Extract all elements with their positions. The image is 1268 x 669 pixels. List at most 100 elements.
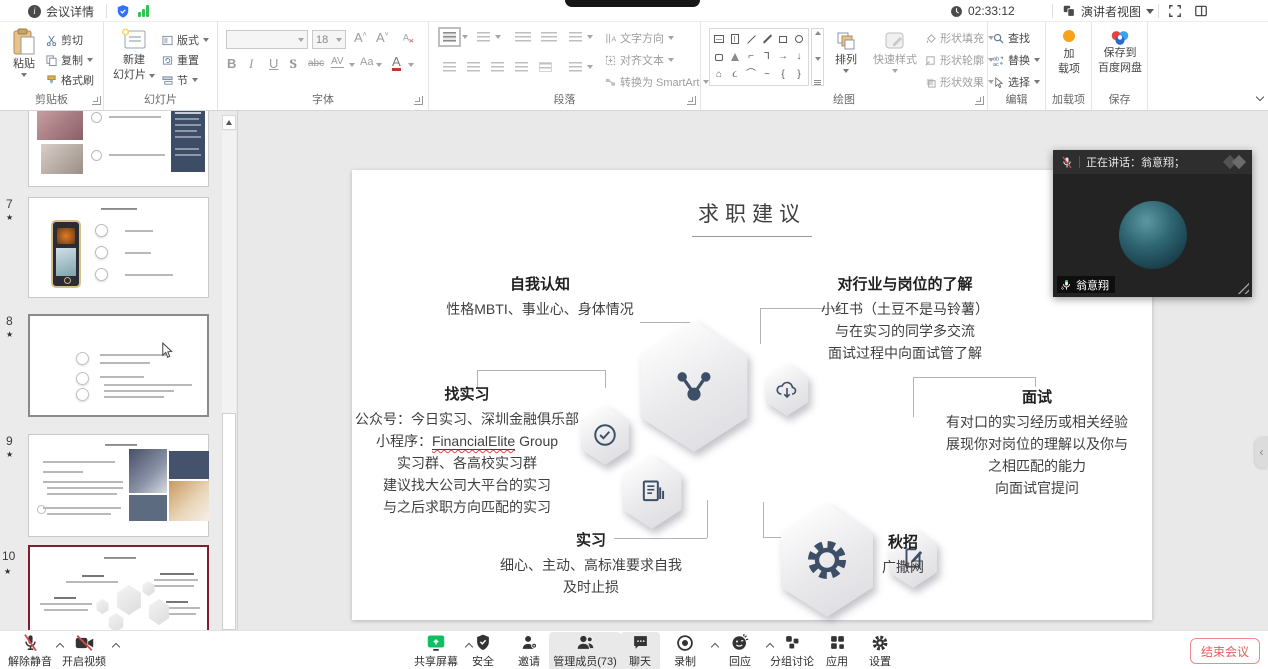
align-center-button[interactable] [467,62,480,72]
textbox-industry-knowledge[interactable]: 对行业与岗位的了解 小红书（土豆不是马铃薯） 与在实习的同学多交流 面试过程中向… [821,274,989,364]
decrease-indent-button[interactable] [515,32,531,42]
format-painter-button[interactable]: 格式刷 [46,72,94,88]
settings-button[interactable]: 设置 [858,633,902,669]
textbox-autumn-recruit[interactable]: 秋招 广撒网 [882,532,924,578]
reset-button[interactable]: 重置 [162,52,199,68]
shape-arrow-down-icon[interactable]: ↓ [792,50,807,64]
chat-button[interactable]: 聊天 [620,632,660,669]
security-shield-icon[interactable] [116,4,130,19]
justify-button[interactable] [515,62,528,72]
increase-indent-button[interactable] [541,32,557,42]
shape-scribble-icon[interactable]: ૮ [728,68,743,82]
numbering-button[interactable] [477,32,490,42]
shape-oval-icon[interactable] [792,32,807,46]
underline-button[interactable]: U [269,56,278,71]
record-button[interactable]: 录制 [663,633,707,669]
collapse-ribbon-chevron[interactable] [1256,94,1264,102]
breakout-rooms-button[interactable]: 分组讨论 [764,633,820,669]
panel-collapse-tab[interactable]: ‹ [1255,436,1268,468]
network-signal-icon[interactable] [138,5,149,17]
shape-rounded-rect-icon[interactable] [712,50,727,64]
font-dialog-launcher-icon[interactable] [414,96,423,105]
slide-canvas[interactable]: 求职建议 [352,170,1152,620]
line-spacing-button[interactable] [569,32,582,42]
view-mode-dropdown[interactable]: 演讲者视图 [1062,0,1154,22]
strikethrough-button[interactable]: abc [308,58,324,69]
speaker-video-overlay[interactable]: 正在讲话：翁意翔； 翁意翔 [1053,150,1252,297]
thumbnail-scrollbar-thumb[interactable] [222,413,236,630]
align-text-button[interactable]: 对齐文本 [605,52,674,68]
font-size-combobox[interactable]: 18 [312,30,346,49]
arrange-button[interactable]: 排列 [829,30,863,73]
unmute-button[interactable]: 解除静音 [6,633,54,669]
copy-button[interactable]: 复制 [46,52,93,68]
cut-button[interactable]: 剪切 [46,32,83,48]
slide-thumbnail-9[interactable] [28,434,209,537]
layout-button[interactable]: 版式 [162,32,209,48]
shape-outline-button[interactable]: 形状轮廓 [925,52,994,68]
start-video-button[interactable]: 开启视频 [60,633,108,669]
slide-thumbnail-6[interactable] [28,103,209,187]
select-button[interactable]: 选择 [993,74,1040,90]
bold-button[interactable]: B [227,56,236,71]
shape-line-icon[interactable] [744,32,759,46]
replace-button[interactable]: abac 替换 [993,52,1040,68]
hexagon-share[interactable] [636,320,752,452]
hexagon-gear[interactable] [777,503,877,617]
shape-fill-button[interactable]: 形状填充 [925,30,994,46]
share-screen-button[interactable]: 共享屏幕 [409,633,463,669]
italic-button[interactable]: I [249,56,253,72]
shape-arrow-line-icon[interactable] [760,32,775,46]
slide-title[interactable]: 求职建议 [692,198,812,237]
slide-thumbnail-7[interactable] [28,197,209,298]
meeting-details-button[interactable]: i 会议详情 [28,0,94,22]
fullscreen-icon[interactable] [1168,4,1182,18]
shrink-font-button[interactable]: A˅ [376,30,389,45]
clipboard-dialog-launcher-icon[interactable] [92,96,101,105]
section-button[interactable]: 节 [162,72,198,88]
find-button[interactable]: 查找 [993,30,1030,46]
security-button[interactable]: 安全 [461,633,505,669]
shape-arrow-right-icon[interactable]: → [776,50,791,64]
shape-brace-right-icon[interactable]: } [792,68,807,82]
font-color-button[interactable]: A [392,55,401,71]
side-by-side-layout-icon[interactable] [1194,4,1208,18]
distributed-button[interactable] [539,62,552,72]
textbox-internship[interactable]: 实习 细心、主动、高标准要求自我 及时止损 [500,530,682,598]
new-slide-button[interactable]: 新建 幻灯片 [112,28,156,82]
apps-button[interactable]: 应用 [815,633,859,669]
shape-rectangle-icon[interactable] [776,32,791,46]
shape-gallery-scrollbar[interactable] [811,28,824,86]
textbox-interview[interactable]: 面试 有对口的实习经历或相关经验 展现你对岗位的理解以及你与 之相匹配的能力 向… [922,387,1152,499]
align-left-button[interactable] [443,62,456,72]
shape-elbow-icon[interactable]: ⌐ [744,50,759,64]
resize-handle[interactable] [1237,282,1249,294]
invite-button[interactable]: 邀请 [507,633,551,669]
char-spacing-button[interactable]: AV [331,56,344,68]
quick-styles-button[interactable]: 快速样式 [869,30,921,73]
align-right-button[interactable] [491,62,504,72]
grow-font-button[interactable]: A˄ [354,30,367,45]
addins-button[interactable]: 加 载项 [1053,30,1085,76]
shape-brace-left-icon[interactable]: { [776,68,791,82]
shape-elbow2-icon[interactable]: Ꞁ [760,50,775,64]
save-to-baidu-button[interactable]: 保存到 百度网盘 [1097,30,1143,75]
shape-gallery[interactable]: ⌐ Ꞁ → ↓ ⌂ ૮ ⌒ ~ { } [709,28,809,86]
shape-effects-button[interactable]: 形状效果 [925,74,994,90]
camera-options-chevron[interactable] [112,642,120,650]
shadow-button[interactable]: S [289,56,296,72]
textbox-self-knowledge[interactable]: 自我认知 性格MBTI、事业心、身体情况 [446,274,633,320]
clear-formatting-icon[interactable]: A [402,31,415,44]
paragraph-dialog-launcher-icon[interactable] [687,96,696,105]
shape-arc-icon[interactable]: ⌒ [744,68,759,82]
end-meeting-button[interactable]: 结束会议 [1190,638,1260,664]
paste-button[interactable]: 粘贴 [6,28,42,77]
textbox-find-internship[interactable]: 找实习 公众号：今日实习、深圳金融俱乐部 小程序：FinancialElite … [355,384,579,518]
thumbnail-scroll-up-button[interactable] [222,115,236,130]
bullets-button[interactable] [443,32,456,42]
convert-smartart-button[interactable]: 转换为 SmartArt [605,74,709,90]
text-direction-button[interactable]: A 文字方向 [605,30,674,46]
hexagon-cloud[interactable] [764,363,810,416]
reactions-button[interactable]: 回应 [718,633,762,669]
manage-members-button[interactable]: 管理成员(73) [549,632,621,669]
